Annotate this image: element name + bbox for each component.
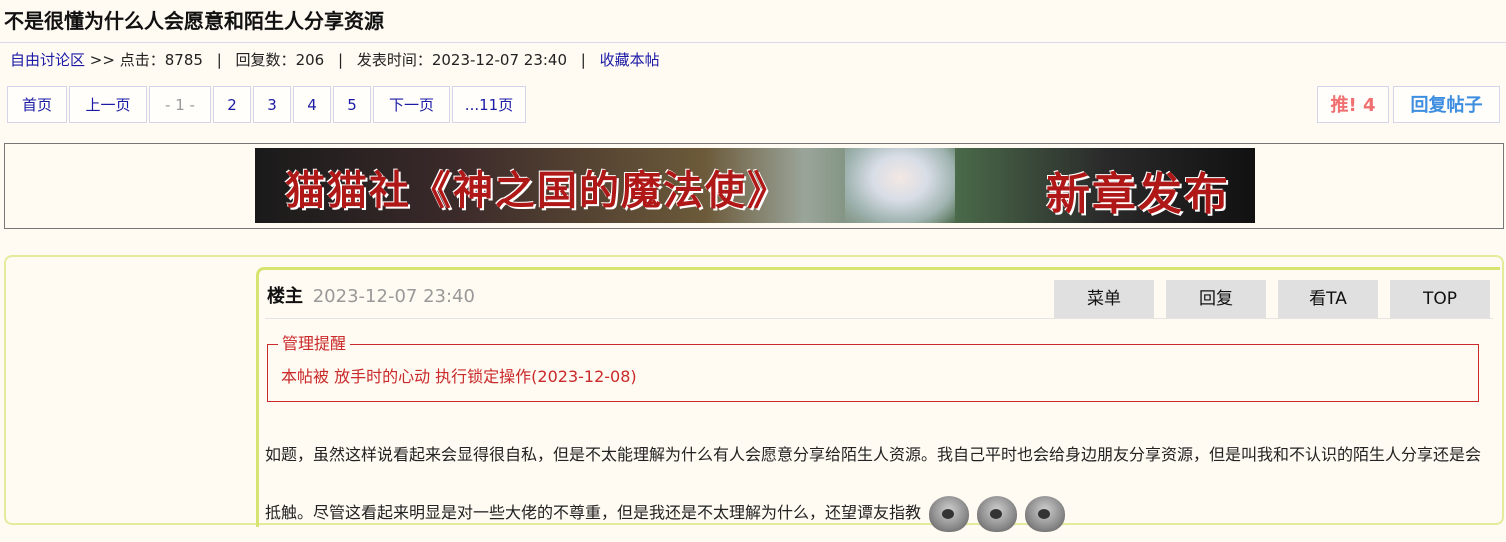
- admin-notice-text: 本帖被 放手时的心动 执行锁定操作(2023-12-08): [281, 367, 637, 386]
- post-content-area: 楼主 2023-12-07 23:40 菜单 回复 看TA TOP 管理提醒 本…: [256, 267, 1500, 532]
- post-card: 楼主 2023-12-07 23:40 菜单 回复 看TA TOP 管理提醒 本…: [4, 255, 1504, 532]
- views-label: 点击：: [119, 51, 165, 69]
- replies-count: 206: [295, 51, 325, 69]
- post-header: 楼主 2023-12-07 23:40: [267, 284, 475, 310]
- menu-button[interactable]: 菜单: [1054, 280, 1154, 318]
- forum-link[interactable]: 自由讨论区: [10, 51, 85, 69]
- page-last-button[interactable]: ...11页: [452, 86, 526, 123]
- post-author-label: 楼主: [267, 286, 303, 307]
- post-time: 2023-12-07 23:40: [312, 286, 475, 307]
- thread-actions: 推! 4 回复帖子: [1313, 86, 1500, 123]
- post-action-bar: 菜单 回复 看TA TOP: [1042, 280, 1490, 318]
- posted-time: 2023-12-07 23:40: [431, 51, 568, 69]
- push-button[interactable]: 推! 4: [1317, 86, 1389, 123]
- title-divider: [0, 42, 1506, 43]
- view-author-button[interactable]: 看TA: [1278, 280, 1378, 318]
- page-first-button[interactable]: 首页: [7, 86, 67, 123]
- meta-separator: |: [580, 51, 586, 69]
- meta-separator: |: [337, 51, 344, 69]
- emoticon-icon: [929, 495, 970, 532]
- emoticon-icon: [1025, 495, 1066, 532]
- banner-container: 猫猫社《神之国的魔法使》 新章发布: [4, 143, 1504, 229]
- replies-label: 回复数：: [235, 51, 296, 69]
- thread-title: 不是很懂为什么人会愿意和陌生人分享资源: [4, 9, 384, 33]
- post-header-divider: [265, 318, 1493, 319]
- page-4-button[interactable]: 4: [293, 86, 331, 123]
- views-count: 8785: [164, 51, 203, 69]
- page-3-button[interactable]: 3: [253, 86, 291, 123]
- page-2-button[interactable]: 2: [213, 86, 251, 123]
- pagination: 首页 上一页 - 1 - 2 3 4 5 下一页 ...11页: [7, 86, 528, 123]
- reply-thread-button[interactable]: 回复帖子: [1393, 86, 1500, 123]
- admin-notice: 管理提醒 本帖被 放手时的心动 执行锁定操作(2023-12-08): [267, 333, 1479, 402]
- page-5-button[interactable]: 5: [333, 86, 371, 123]
- meta-separator: |: [216, 51, 222, 69]
- page-prev-button[interactable]: 上一页: [69, 86, 147, 123]
- page-current: - 1 -: [149, 86, 211, 123]
- thread-meta: 自由讨论区 >> 点击：8785 | 回复数：206 | 发表时间：2023-1…: [10, 49, 660, 71]
- banner-title: 猫猫社《神之国的魔法使》: [285, 167, 789, 214]
- banner-character-image: [845, 148, 955, 223]
- ad-banner[interactable]: 猫猫社《神之国的魔法使》 新章发布: [255, 148, 1255, 223]
- reply-button[interactable]: 回复: [1166, 280, 1266, 318]
- page-next-button[interactable]: 下一页: [373, 86, 450, 123]
- favorite-link[interactable]: 收藏本帖: [600, 51, 660, 69]
- breadcrumb-arrow: >>: [89, 51, 115, 69]
- posted-label: 发表时间：: [356, 51, 432, 69]
- emoticon-icon: [977, 495, 1018, 532]
- post-body: 如题，虽然这样说看起来会显得很自私，但是不太能理解为什么有人会愿意分享给陌生人资…: [265, 426, 1491, 542]
- top-button[interactable]: TOP: [1390, 280, 1490, 318]
- admin-notice-title: 管理提醒: [278, 333, 351, 355]
- banner-subtitle: 新章发布: [1046, 169, 1230, 220]
- post-body-text: 如题，虽然这样说看起来会显得很自私，但是不太能理解为什么有人会愿意分享给陌生人资…: [265, 445, 1482, 522]
